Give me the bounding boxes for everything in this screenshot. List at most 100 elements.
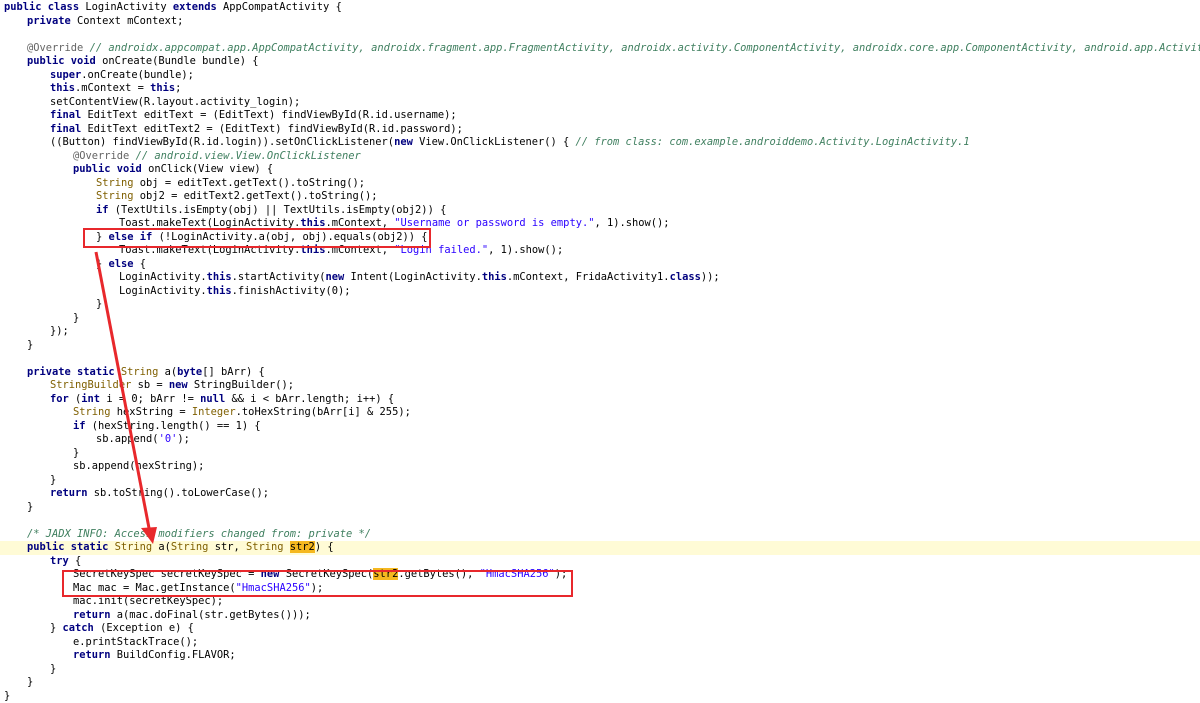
code-line: return sb.toString().toLowerCase();	[0, 487, 1200, 501]
token-kw: new	[325, 271, 350, 283]
annotation-box-secretkeyspec	[62, 570, 573, 597]
token: {	[140, 258, 146, 270]
code-line-content: } else {	[96, 258, 146, 272]
token: EditText editText2 = (EditText) findView…	[88, 123, 463, 135]
token-kw: final	[50, 123, 88, 135]
code-line-content: }	[73, 447, 79, 461]
token-kw: super	[50, 69, 81, 81]
code-line: String obj2 = editText2.getText().toStri…	[0, 190, 1200, 204]
code-line: for (int i = 0; bArr != null && i < bArr…	[0, 393, 1200, 407]
code-line-content: this.mContext = this;	[50, 82, 181, 96]
annotation-box-else-if	[83, 228, 431, 248]
code-line-content: super.onCreate(bundle);	[50, 69, 194, 83]
token: }	[96, 258, 109, 270]
token: AppCompatActivity {	[223, 1, 342, 13]
token: (hexString.length() == 1) {	[92, 420, 261, 432]
token: sb.append(	[96, 433, 159, 445]
token-kw: private static	[27, 366, 121, 378]
code-line-content: ((Button) findViewById(R.id.login)).setO…	[50, 136, 970, 150]
token-kw: null	[200, 393, 231, 405]
code-line: String obj = editText.getText().toString…	[0, 177, 1200, 191]
code-line-content: return BuildConfig.FLAVOR;	[73, 649, 236, 663]
code-line-content: @Override // androidx.appcompat.app.AppC…	[27, 42, 1200, 56]
code-line: /* JADX INFO: Access modifiers changed f…	[0, 528, 1200, 542]
token: BuildConfig.FLAVOR;	[117, 649, 236, 661]
code-line: }	[0, 474, 1200, 488]
token: .startActivity(	[232, 271, 326, 283]
code-line-content: } catch (Exception e) {	[50, 622, 194, 636]
token-kw: for	[50, 393, 75, 405]
code-line: @Override // androidx.appcompat.app.AppC…	[0, 42, 1200, 56]
code-line: }	[0, 690, 1200, 703]
code-line: sb.append('0');	[0, 433, 1200, 447]
code-line-content: setContentView(R.layout.activity_login);	[50, 96, 300, 110]
token-comment: /* JADX INFO: Access modifiers changed f…	[27, 528, 371, 540]
token: LoginActivity.	[119, 271, 207, 283]
code-line: }	[0, 676, 1200, 690]
token: , 1).show();	[488, 244, 563, 256]
token: }	[27, 501, 33, 513]
token: ));	[701, 271, 720, 283]
token-type: StringBuilder	[50, 379, 138, 391]
code-line: @Override // android.view.View.OnClickLi…	[0, 150, 1200, 164]
token: }	[27, 676, 33, 688]
code-line-content: @Override // android.view.View.OnClickLi…	[73, 150, 361, 164]
code-line-content: }	[50, 663, 56, 677]
token-kw: else	[109, 258, 140, 270]
token-type: String	[121, 366, 165, 378]
token: hexString =	[117, 406, 192, 418]
token-kw: public class	[4, 1, 85, 13]
code-line-content: private static String a(byte[] bArr) {	[27, 366, 265, 380]
token-ann: @Override	[27, 42, 90, 54]
token: onCreate(Bundle bundle) {	[102, 55, 258, 67]
code-line: if (TextUtils.isEmpty(obj) || TextUtils.…	[0, 204, 1200, 218]
token-kw: this	[482, 271, 507, 283]
code-line-content: sb.append('0');	[96, 433, 190, 447]
code-line: setContentView(R.layout.activity_login);	[0, 96, 1200, 110]
token-kw: new	[169, 379, 194, 391]
token: StringBuilder();	[194, 379, 294, 391]
token-kw: int	[81, 393, 106, 405]
code-line: public static String a(String str, Strin…	[0, 541, 1200, 555]
code-line-content: private Context mContext;	[27, 15, 183, 29]
token-ann: @Override	[73, 150, 136, 162]
token-kw: if	[96, 204, 115, 216]
code-line-content: public static String a(String str, Strin…	[27, 541, 334, 555]
code-line	[0, 514, 1200, 528]
token-type: String	[96, 190, 140, 202]
token-string: '0'	[159, 433, 178, 445]
code-line-content: LoginActivity.this.finishActivity(0);	[119, 285, 350, 299]
token: {	[75, 555, 81, 567]
code-line: LoginActivity.this.finishActivity(0);	[0, 285, 1200, 299]
code-line: public class LoginActivity extends AppCo…	[0, 1, 1200, 15]
code-line: }	[0, 312, 1200, 326]
code-line-content: });	[50, 325, 69, 339]
code-line: final EditText editText2 = (EditText) fi…	[0, 123, 1200, 137]
token-type: String	[171, 541, 215, 553]
token: Intent(LoginActivity.	[351, 271, 482, 283]
code-line: }	[0, 339, 1200, 353]
code-line-content: try {	[50, 555, 81, 569]
code-line-content: String obj2 = editText2.getText().toStri…	[96, 190, 378, 204]
token: View.OnClickListener() {	[419, 136, 575, 148]
code-line-content: }	[27, 501, 33, 515]
token: }	[50, 474, 56, 486]
code-line: ((Button) findViewById(R.id.login)).setO…	[0, 136, 1200, 150]
token-type: String	[246, 541, 290, 553]
code-line: StringBuilder sb = new StringBuilder();	[0, 379, 1200, 393]
token: );	[177, 433, 190, 445]
code-line: e.printStackTrace();	[0, 636, 1200, 650]
code-line-content: e.printStackTrace();	[73, 636, 198, 650]
token: }	[27, 339, 33, 351]
code-line: }	[0, 298, 1200, 312]
code-line-content: }	[73, 312, 79, 326]
token-type: Integer	[192, 406, 236, 418]
token: (Exception e) {	[100, 622, 194, 634]
token-kw: public void	[73, 163, 148, 175]
token: }	[50, 622, 63, 634]
token: }	[96, 298, 102, 310]
code-line: final EditText editText = (EditText) fin…	[0, 109, 1200, 123]
code-line: this.mContext = this;	[0, 82, 1200, 96]
token: }	[73, 312, 79, 324]
token-kw: this	[150, 82, 175, 94]
